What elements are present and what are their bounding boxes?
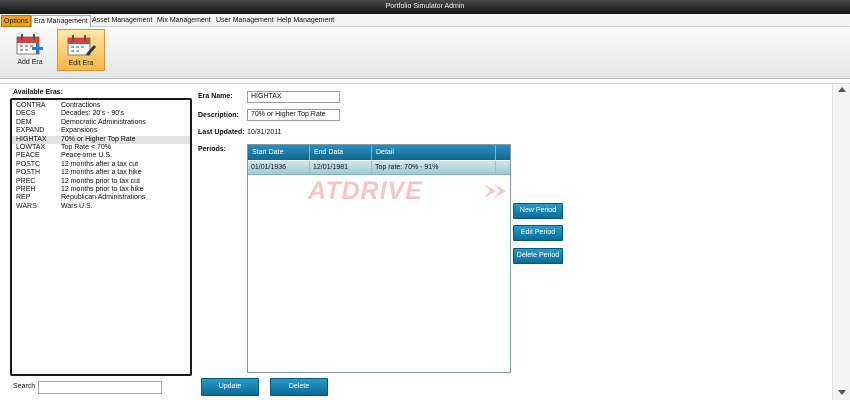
era-code: DEM <box>16 118 32 126</box>
era-list-item[interactable]: DEM Democratic Administrations <box>12 119 190 127</box>
era-list-item[interactable]: PREH 12 months prior to tax hike <box>12 186 190 194</box>
era-description: Peace-time U.S. <box>61 152 112 160</box>
ribbon-toolbar: Add Era Edit Era <box>0 27 850 79</box>
era-name-label: Era Name: <box>198 93 233 100</box>
era-list-item[interactable]: REP Republican Administrations <box>12 194 190 202</box>
calendar-edit-icon <box>67 35 96 56</box>
era-list-item[interactable]: HIGHTAX 70% or Higher Top Rate <box>12 135 190 144</box>
menu-tab-user-management[interactable]: User Management <box>214 15 276 27</box>
periods-label: Periods: <box>198 146 227 153</box>
menu-tab-options[interactable]: Options <box>1 15 32 27</box>
era-description: 12 months after a tax cut <box>61 160 139 168</box>
era-description: Decades: 20's - 90's <box>61 110 124 118</box>
description-field[interactable]: 70% or Higher Top Rate <box>247 109 340 121</box>
search-input[interactable] <box>38 381 162 394</box>
era-code: DECS <box>16 110 36 118</box>
column-header-end-date[interactable]: End Data <box>310 145 372 160</box>
era-code: PREC <box>16 177 36 185</box>
era-list-item[interactable]: POSTC 12 months after a tax cut <box>12 161 190 169</box>
edit-era-button[interactable]: Edit Era <box>57 29 105 71</box>
last-updated-value: 10/31/2011 <box>247 129 282 136</box>
cell-end-date: 12/01/1981 <box>310 161 372 174</box>
era-code: POSTC <box>16 160 41 168</box>
era-list-item[interactable]: DECS Decades: 20's - 90's <box>12 110 190 118</box>
available-eras-label: Available Eras: <box>13 89 63 96</box>
column-header-detail[interactable]: Detail <box>372 145 496 160</box>
column-header-start-date[interactable]: Start Date <box>248 145 310 160</box>
delete-button[interactable]: Delete <box>270 378 328 396</box>
era-description: Top Rate < 70% <box>61 143 112 151</box>
menu-tab-help-management[interactable]: Help Management <box>275 15 336 27</box>
era-description: 70% or Higher Top Rate <box>61 135 136 143</box>
search-label: Search <box>13 383 36 390</box>
edit-era-label: Edit Era <box>68 60 94 67</box>
era-list-item[interactable]: WARS Wars U.S. <box>12 203 190 211</box>
delete-period-button[interactable]: Delete Period <box>513 248 563 264</box>
update-button[interactable]: Update <box>201 378 259 396</box>
last-updated-label: Last Updated: <box>198 129 245 136</box>
new-period-button[interactable]: New Period <box>513 203 563 219</box>
edit-period-button[interactable]: Edit Period <box>513 225 563 241</box>
description-label: Description: <box>198 112 239 119</box>
era-code: CONTRA <box>16 102 46 109</box>
era-description: 12 months after a tax hike <box>61 169 142 177</box>
era-code: REP <box>16 194 31 202</box>
calendar-add-icon <box>16 34 43 55</box>
table-row[interactable]: 01/01/1936 12/01/1981 Top rate: 70% - 91… <box>248 161 510 175</box>
window-titlebar: Portfolio Simulator Admin <box>0 0 850 14</box>
era-list[interactable]: CONTRA Contractions DECS Decades: 20's - 90… <box>10 98 192 376</box>
add-era-button[interactable]: Add Era <box>6 29 54 71</box>
era-name-field[interactable]: HIGHTAX <box>247 91 340 103</box>
era-description: Democratic Administrations <box>61 118 146 126</box>
ribbon-divider <box>0 83 850 84</box>
menu-bar: Options Era Management Asset Management … <box>0 14 850 27</box>
periods-grid-header: Start Date End Data Detail <box>248 145 510 160</box>
era-code: PREH <box>16 185 36 193</box>
era-list-item[interactable]: EXPAND Expansions <box>12 127 190 135</box>
scroll-up-icon[interactable] <box>838 87 846 92</box>
vertical-scrollbar[interactable] <box>832 84 850 400</box>
era-description: Contractions <box>61 102 101 109</box>
cell-detail: Top rate: 70% - 91% <box>372 161 496 174</box>
era-code: HIGHTAX <box>16 135 47 143</box>
era-list-item[interactable]: PEACE Peace-time U.S. <box>12 152 190 160</box>
era-list-item[interactable]: LOWTAX Top Rate < 70% <box>12 144 190 152</box>
window-title: Portfolio Simulator Admin <box>385 3 465 10</box>
scroll-down-icon[interactable] <box>838 390 846 395</box>
periods-grid[interactable]: Start Date End Data Detail 01/01/1936 12… <box>247 144 511 373</box>
era-description: 12 months prior to tax cut <box>61 177 140 185</box>
era-code: PEACE <box>16 152 40 160</box>
era-list-item[interactable]: POSTH 12 months after a tax hike <box>12 169 190 177</box>
era-description: Republican Administrations <box>61 194 146 202</box>
era-code: LOWTAX <box>16 143 46 151</box>
menu-tab-asset-management[interactable]: Asset Management <box>90 15 154 27</box>
cell-start-date: 01/01/1936 <box>248 161 310 174</box>
era-description: 12 months prior to tax hike <box>61 185 144 193</box>
era-code: WARS <box>16 202 37 210</box>
era-description: Wars U.S. <box>61 202 93 210</box>
era-list-item[interactable]: CONTRA Contractions <box>12 102 190 110</box>
menu-tab-mix-management[interactable]: Mix Management <box>155 15 213 27</box>
era-code: EXPAND <box>16 127 45 135</box>
era-description: Expansions <box>61 127 98 135</box>
era-list-item[interactable]: PREC 12 months prior to tax cut <box>12 178 190 186</box>
menu-tab-era-management[interactable]: Era Management <box>31 15 91 27</box>
add-era-label: Add Era <box>17 59 43 66</box>
era-code: POSTH <box>16 169 41 177</box>
